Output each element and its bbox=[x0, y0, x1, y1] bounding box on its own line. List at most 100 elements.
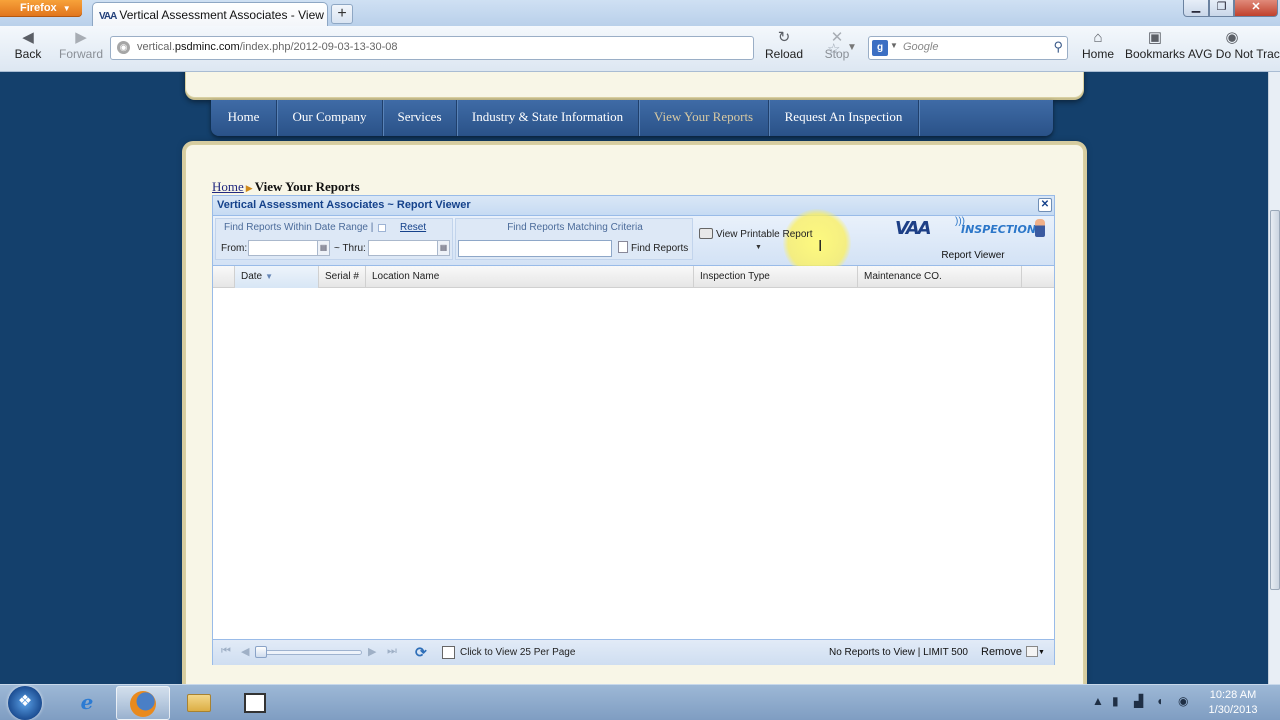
refresh-icon[interactable]: ⟳ bbox=[415, 644, 427, 661]
criteria-group: Find Reports Matching Criteria I Find Re… bbox=[455, 209, 851, 277]
firefox-menu-button[interactable]: Firefox ▼ bbox=[0, 0, 82, 17]
scrollbar-thumb[interactable] bbox=[1270, 210, 1280, 590]
last-page-icon[interactable]: ⏭ bbox=[387, 645, 397, 658]
calendar-icon[interactable]: ▦ bbox=[437, 240, 450, 256]
reset-link[interactable]: Reset bbox=[400, 222, 426, 233]
chevron-down-icon[interactable]: ▼ bbox=[890, 41, 898, 50]
firefox-menu-label: Firefox bbox=[20, 2, 57, 14]
grid-body bbox=[213, 288, 1054, 638]
view-printable-report-button[interactable]: View Printable Report bbox=[699, 228, 813, 240]
breadcrumb-arrow-icon: ▶ bbox=[245, 183, 253, 193]
browser-titlebar: Firefox ▼ VAA Vertical Assessment Associat… bbox=[0, 0, 1280, 26]
content-panel: Home ▶ View Your Reports Vertical Assessme… bbox=[185, 144, 1084, 684]
remove-icon bbox=[1025, 646, 1038, 657]
windows-start-icon[interactable]: ❖ bbox=[8, 686, 42, 720]
column-header-row-number bbox=[213, 266, 235, 288]
clock-date[interactable]: 1/30/2013 bbox=[1200, 704, 1266, 716]
chevron-down-icon[interactable]: ▼ bbox=[755, 244, 762, 251]
back-button[interactable]: ◀ Back bbox=[10, 28, 46, 61]
stop-button[interactable]: ✕ Stop bbox=[820, 28, 854, 61]
logo-caption: Report Viewer bbox=[941, 250, 1005, 261]
bookmarks-button[interactable]: ▣ Bookmarks bbox=[1124, 28, 1186, 61]
url-domain: psdminc.com bbox=[174, 41, 240, 53]
report-viewer-toolbar: Find Reports Within Date Range | Reset F… bbox=[213, 209, 1054, 277]
show-hidden-icons-icon[interactable]: ▲ bbox=[1092, 694, 1104, 708]
volume-icon[interactable]: ◖ bbox=[1156, 694, 1163, 708]
new-tab-button[interactable]: + bbox=[331, 4, 353, 24]
find-reports-button[interactable]: Find Reports bbox=[618, 241, 688, 254]
search-input[interactable]: g ▼ Google ⚲ bbox=[868, 36, 1068, 60]
from-label: From: bbox=[221, 243, 248, 254]
folder-icon bbox=[187, 694, 211, 712]
menu-item-view-your-reports[interactable]: View Your Reports bbox=[639, 100, 769, 136]
thru-date-input[interactable] bbox=[368, 240, 448, 256]
breadcrumb: Home ▶ View Your Reports bbox=[212, 179, 360, 195]
forward-button[interactable]: ▶ Forward bbox=[58, 28, 104, 61]
globe-icon: ◉ bbox=[117, 41, 130, 54]
grid-header: Date ▼ Serial # Location Name Inspection … bbox=[213, 266, 1054, 288]
menu-item-services[interactable]: Services bbox=[383, 100, 457, 136]
criteria-search-input[interactable] bbox=[458, 240, 612, 257]
report-viewer: Vertical Assessment Associates ~ Report … bbox=[212, 195, 1055, 665]
column-header-inspection-type[interactable]: Inspection Type bbox=[694, 266, 858, 288]
inspector-icon bbox=[1035, 219, 1045, 237]
firefox-taskbar-button[interactable] bbox=[116, 686, 170, 720]
site-favicon-icon: VAA bbox=[99, 11, 117, 22]
google-engine-icon[interactable]: g bbox=[872, 40, 888, 56]
home-icon: ⌂ bbox=[1093, 29, 1103, 46]
page-slider[interactable] bbox=[257, 650, 362, 655]
avg-label: AVG Do Not Track bbox=[1188, 47, 1280, 61]
breadcrumb-home-link[interactable]: Home bbox=[212, 179, 244, 194]
next-page-icon[interactable]: ▶ bbox=[368, 645, 376, 658]
windows-explorer-button[interactable] bbox=[172, 686, 226, 720]
menu-item-request-an-inspection[interactable]: Request An Inspection bbox=[769, 100, 919, 136]
menu-item-our-company[interactable]: Our Company bbox=[277, 100, 383, 136]
window-minimize-button[interactable]: ▁ bbox=[1183, 0, 1209, 17]
bookmarks-icon: ▣ bbox=[1147, 29, 1163, 46]
printable-label: View Printable Report bbox=[716, 229, 813, 240]
previous-page-icon[interactable]: ◀ bbox=[241, 645, 249, 658]
column-header-date[interactable]: Date ▼ bbox=[235, 266, 319, 288]
avg-do-not-track-button[interactable]: ◉ AVG Do Not Track bbox=[1188, 28, 1280, 61]
tab-title: Vertical Assessment Associates - View Y.… bbox=[119, 8, 328, 22]
search-placeholder: Google bbox=[903, 41, 939, 53]
security-icon[interactable]: ◉ bbox=[1178, 694, 1188, 708]
logo-inspection-text: INSPECTION bbox=[961, 223, 1037, 236]
text-cursor-icon: I bbox=[818, 237, 823, 255]
logo-vaa-text: VAA bbox=[895, 218, 932, 239]
document-icon bbox=[618, 241, 628, 253]
date-range-label: Find Reports Within Date Range | bbox=[224, 222, 374, 233]
search-icon[interactable]: ⚲ bbox=[1053, 39, 1063, 55]
home-button[interactable]: ⌂ Home bbox=[1078, 28, 1118, 61]
page-slider-thumb[interactable] bbox=[255, 646, 267, 658]
internet-explorer-icon[interactable]: e bbox=[60, 686, 114, 720]
main-menu: Home Our Company Services Industry & Sta… bbox=[211, 100, 1053, 136]
window-icon bbox=[244, 693, 266, 713]
browser-tab[interactable]: VAA Vertical Assessment Associates - View… bbox=[92, 2, 328, 26]
calendar-icon[interactable]: ▦ bbox=[317, 240, 330, 256]
eye-icon: ◉ bbox=[1225, 29, 1239, 46]
clock-time[interactable]: 10:28 AM bbox=[1200, 689, 1266, 701]
column-header-location-name[interactable]: Location Name bbox=[366, 266, 694, 288]
menu-item-industry-state-information[interactable]: Industry & State Information bbox=[457, 100, 639, 136]
window-close-button[interactable]: ✕ bbox=[1234, 0, 1278, 17]
remove-button[interactable]: Remove ▼ bbox=[981, 646, 1045, 658]
collapse-toggle-icon[interactable] bbox=[378, 224, 386, 232]
per-page-checkbox[interactable] bbox=[442, 646, 455, 659]
menu-item-home[interactable]: Home bbox=[211, 100, 277, 136]
from-date-input[interactable] bbox=[248, 240, 328, 256]
column-header-date-label: Date bbox=[241, 271, 263, 282]
taskbar-app-button[interactable] bbox=[228, 686, 282, 720]
first-page-icon[interactable]: ⏮ bbox=[221, 645, 231, 658]
url-bar[interactable]: ◉ vertical.psdminc.com/index.php/2012-09… bbox=[110, 36, 857, 60]
window-maximize-button[interactable]: ❐ bbox=[1209, 0, 1234, 17]
reload-button[interactable]: ↻ Reload bbox=[764, 28, 804, 61]
chevron-down-icon: ▼ bbox=[1037, 649, 1045, 656]
signal-icon[interactable]: ▟ bbox=[1134, 694, 1143, 708]
page-scrollbar[interactable] bbox=[1268, 72, 1280, 684]
network-icon[interactable]: ▮ bbox=[1112, 694, 1119, 708]
column-header-maintenance-co[interactable]: Maintenance CO. bbox=[858, 266, 1022, 288]
close-icon[interactable]: ✕ bbox=[1038, 198, 1052, 212]
column-header-serial[interactable]: Serial # bbox=[319, 266, 366, 288]
pager-status: No Reports to View | LIMIT 500 bbox=[829, 647, 968, 658]
